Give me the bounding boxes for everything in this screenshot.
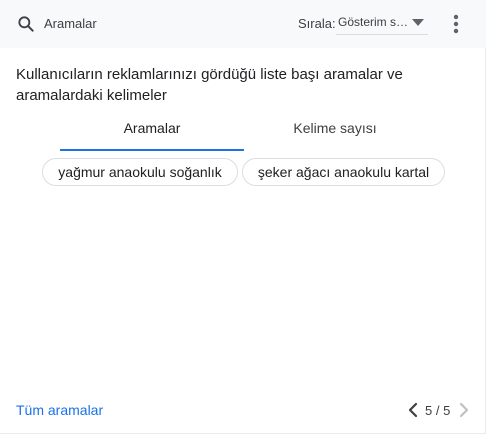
tab-word-count[interactable]: Kelime sayısı	[243, 112, 427, 152]
search-label: Aramalar	[44, 16, 97, 31]
dropdown-arrow-icon	[412, 19, 424, 26]
more-vert-icon[interactable]	[446, 12, 466, 36]
search-icon[interactable]	[16, 14, 36, 34]
card-heading: Kullanıcıların reklamlarınızı gördüğü li…	[16, 66, 403, 104]
card-header: Aramalar Sırala: Gösterim sayısı	[0, 0, 486, 48]
active-tab-indicator	[60, 149, 244, 151]
page-indicator: 5 / 5	[425, 403, 451, 418]
sort-label: Sırala:	[298, 16, 336, 31]
chevron-right-icon	[459, 402, 469, 418]
chevron-left-icon[interactable]	[407, 402, 419, 418]
search-term-chip[interactable]: yağmur anaokulu soğanlık	[42, 158, 238, 186]
all-searches-link[interactable]: Tüm aramalar	[16, 402, 103, 418]
search-term-chip[interactable]: şeker ağacı anaokulu kartal	[242, 158, 445, 186]
search-terms-card: Aramalar Sırala: Gösterim sayısı Kullanı…	[0, 0, 486, 434]
sort-selected-value: Gösterim sayısı	[338, 15, 410, 29]
tab-searches[interactable]: Aramalar	[60, 112, 244, 152]
sort-dropdown[interactable]: Gösterim sayısı	[336, 12, 428, 35]
